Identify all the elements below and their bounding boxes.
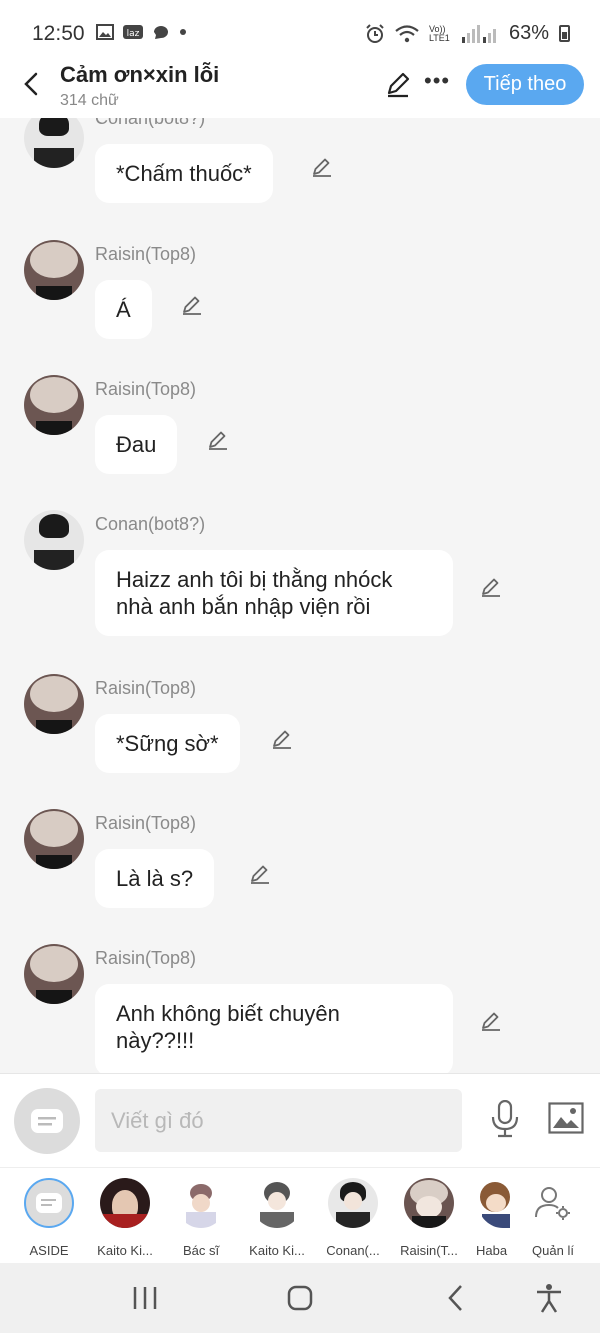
character-avatar bbox=[252, 1178, 302, 1228]
microphone-icon[interactable] bbox=[490, 1100, 520, 1138]
character-haba[interactable]: Haba bbox=[470, 1178, 510, 1258]
manage-avatar bbox=[528, 1178, 578, 1228]
page-title: Cảm ơn×xin lỗi bbox=[60, 62, 220, 87]
sender-name: Conan(bot8?) bbox=[95, 514, 206, 534]
edit-message-icon[interactable] bbox=[248, 861, 272, 885]
aside-toggle-button[interactable] bbox=[14, 1088, 80, 1154]
more-options-icon[interactable]: ••• bbox=[424, 68, 450, 94]
chat-area[interactable]: Conan(bot8?) *Chấm thuốc* Raisin(Top8) Á… bbox=[0, 118, 600, 1073]
edit-message-icon[interactable] bbox=[479, 1008, 503, 1032]
character-bar: ASIDE Kaito Ki... Bác sĩ Kaito Ki... Con… bbox=[0, 1167, 600, 1263]
message-input[interactable] bbox=[95, 1089, 462, 1152]
svg-text:laz: laz bbox=[127, 29, 140, 39]
wifi-icon bbox=[395, 24, 419, 42]
image-icon[interactable] bbox=[548, 1102, 584, 1134]
message-line: này??!!! bbox=[116, 1028, 195, 1053]
next-button[interactable]: Tiếp theo bbox=[466, 64, 584, 105]
message-bubble[interactable]: Là là s? bbox=[95, 849, 215, 908]
back-icon[interactable] bbox=[442, 1283, 472, 1313]
app-header: Cảm ơn×xin lỗi 314 chữ ••• Tiếp theo bbox=[0, 62, 600, 120]
signal-icon bbox=[461, 24, 496, 43]
sender-name: Raisin(Top8) bbox=[95, 678, 197, 698]
character-bac-si[interactable]: Bác sĩ bbox=[166, 1178, 236, 1258]
message-bubble[interactable]: *Sững sờ* bbox=[95, 714, 240, 773]
manage-characters-button[interactable]: Quản lí bbox=[518, 1178, 588, 1258]
system-navigation-bar bbox=[0, 1263, 600, 1333]
accessibility-icon[interactable] bbox=[534, 1283, 564, 1313]
avatar-conan[interactable] bbox=[24, 510, 84, 570]
avatar-conan[interactable] bbox=[24, 118, 84, 168]
character-label: Conan(... bbox=[326, 1243, 380, 1258]
message-bubble[interactable]: Á bbox=[95, 280, 152, 339]
character-aside[interactable]: ASIDE bbox=[14, 1178, 84, 1258]
aside-icon bbox=[36, 1193, 62, 1213]
sender-name: Raisin(Top8) bbox=[95, 948, 197, 968]
character-label: Quản lí bbox=[532, 1243, 574, 1258]
status-notification-icons: laz bbox=[96, 24, 188, 40]
character-kaito-1[interactable]: Kaito Ki... bbox=[90, 1178, 160, 1258]
avatar-raisin[interactable] bbox=[24, 240, 84, 300]
battery-percent: 63% bbox=[508, 22, 549, 44]
character-label: Haba bbox=[476, 1243, 508, 1258]
battery-icon bbox=[559, 25, 570, 42]
avatar-raisin[interactable] bbox=[24, 809, 84, 869]
status-time: 12:50 bbox=[32, 22, 85, 45]
message-line: nhà anh bắn nhập viện rồi bbox=[116, 594, 371, 619]
character-avatar bbox=[176, 1178, 226, 1228]
character-label: Raisin(T... bbox=[400, 1243, 458, 1258]
message-bubble[interactable]: Haizz anh tôi bị thằng nhóck nhà anh bắn… bbox=[95, 550, 453, 636]
character-avatar bbox=[478, 1178, 510, 1228]
back-arrow-icon[interactable] bbox=[20, 72, 44, 96]
network-type: Vo)) LTE1 bbox=[428, 23, 450, 43]
edit-message-icon[interactable] bbox=[479, 574, 503, 598]
edit-message-icon[interactable] bbox=[310, 154, 334, 178]
character-avatar bbox=[404, 1178, 454, 1228]
message-line: Haizz anh tôi bị thằng nhóck bbox=[116, 567, 393, 592]
message-bubble[interactable]: *Chấm thuốc* bbox=[95, 144, 273, 203]
avatar-raisin[interactable] bbox=[24, 944, 84, 1004]
character-label: ASIDE bbox=[29, 1243, 69, 1258]
edit-message-icon[interactable] bbox=[270, 726, 294, 750]
edit-message-icon[interactable] bbox=[206, 427, 230, 451]
recent-apps-icon[interactable] bbox=[130, 1283, 160, 1313]
message-line: Anh không biết chuyên bbox=[116, 1001, 340, 1026]
character-label: Kaito Ki... bbox=[249, 1243, 305, 1258]
character-conan[interactable]: Conan(... bbox=[318, 1178, 388, 1258]
avatar-raisin[interactable] bbox=[24, 375, 84, 435]
sender-name: Raisin(Top8) bbox=[95, 813, 197, 833]
alarm-icon bbox=[366, 23, 384, 43]
edit-message-icon[interactable] bbox=[180, 292, 204, 316]
home-icon[interactable] bbox=[285, 1283, 315, 1313]
status-right: Vo)) LTE1 63% bbox=[365, 22, 570, 45]
aside-avatar bbox=[24, 1178, 74, 1228]
character-avatar bbox=[100, 1178, 150, 1228]
character-raisin[interactable]: Raisin(T... bbox=[394, 1178, 464, 1258]
character-avatar bbox=[328, 1178, 378, 1228]
character-label: Kaito Ki... bbox=[97, 1243, 153, 1258]
character-kaito-2[interactable]: Kaito Ki... bbox=[242, 1178, 312, 1258]
sender-name: Raisin(Top8) bbox=[95, 244, 197, 264]
message-bubble[interactable]: Đau bbox=[95, 415, 178, 474]
message-bubble[interactable]: Anh không biết chuyên này??!!! bbox=[95, 984, 453, 1073]
sender-name: Raisin(Top8) bbox=[95, 379, 197, 399]
status-bar: 12:50 laz Vo)) LTE1 63% bbox=[0, 0, 600, 64]
word-count: 314 chữ bbox=[60, 92, 119, 109]
manage-user-icon bbox=[535, 1187, 570, 1220]
dot-icon bbox=[180, 29, 186, 35]
character-label: Bác sĩ bbox=[182, 1243, 220, 1258]
laz-icon: laz bbox=[123, 25, 143, 39]
sender-name: Conan(bot8?) bbox=[95, 118, 206, 128]
edit-pencil-icon[interactable] bbox=[384, 70, 412, 98]
message-square-icon bbox=[31, 1109, 63, 1133]
gallery-icon bbox=[96, 24, 114, 40]
avatar-raisin[interactable] bbox=[24, 674, 84, 734]
input-bar bbox=[0, 1073, 600, 1167]
chat-bubble-icon bbox=[154, 26, 168, 39]
